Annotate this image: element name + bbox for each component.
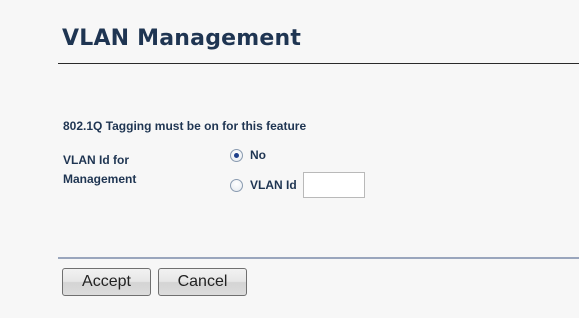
radio-vlan-id-label[interactable]: VLAN Id [250, 178, 297, 192]
radio-no[interactable] [230, 148, 243, 162]
footer-divider [58, 257, 579, 259]
radio-no-label[interactable]: No [250, 148, 266, 162]
page-title: VLAN Management [62, 26, 302, 51]
field-label-line-2: Management [63, 172, 137, 186]
option-vlan-id-row[interactable]: VLAN Id [230, 172, 365, 198]
tagging-notice: 802.1Q Tagging must be on for this featu… [63, 119, 307, 133]
vlan-management-panel: VLAN Management 802.1Q Tagging must be o… [0, 0, 579, 318]
accept-button[interactable]: Accept [62, 268, 151, 296]
cancel-button[interactable]: Cancel [158, 268, 247, 296]
field-label-line-1: VLAN Id for [63, 153, 129, 167]
option-no-row[interactable]: No [230, 148, 266, 162]
vlan-id-input[interactable] [302, 172, 365, 198]
vlan-management-field-label: VLAN Id for Management [63, 151, 203, 189]
radio-vlan-id[interactable] [230, 178, 243, 192]
title-divider [58, 63, 579, 64]
